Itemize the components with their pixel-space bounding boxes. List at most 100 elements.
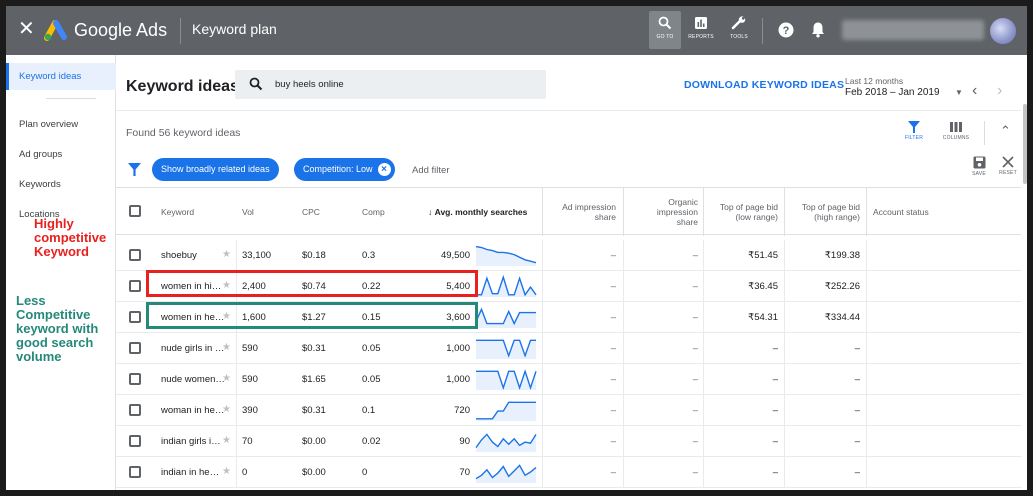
save-button[interactable]: SAVE — [969, 156, 989, 177]
star-icon[interactable]: ★ — [222, 373, 231, 384]
star-icon[interactable]: ★ — [222, 435, 231, 446]
keyword-cell[interactable]: indian in he… — [161, 467, 219, 478]
column-divider — [703, 302, 704, 333]
row-checkbox[interactable] — [129, 249, 141, 261]
keyword-cell[interactable]: woman in he… — [161, 405, 224, 416]
reports-button[interactable]: REPORTS — [685, 11, 717, 49]
comp-cell: 0.1 — [362, 405, 376, 416]
column-divider — [784, 188, 785, 236]
goto-button[interactable]: GO TO — [649, 11, 681, 49]
column-divider — [542, 457, 543, 488]
row-checkbox[interactable] — [129, 404, 141, 416]
close-icon[interactable]: ✕ — [18, 19, 35, 39]
filter-chip-broadly-related[interactable]: Show broadly related ideas — [152, 158, 279, 181]
search-value: buy heels online — [275, 79, 344, 90]
organic-share-cell: – — [692, 436, 698, 447]
sidebar-item-label: Keyword ideas — [19, 71, 82, 82]
column-bid-low[interactable]: Top of page bid (low range) — [706, 202, 778, 222]
columns-button[interactable]: COLUMNS — [939, 121, 973, 141]
chevron-left-icon[interactable]: ‹ — [972, 82, 977, 100]
column-divider — [623, 426, 624, 457]
filter-chip-competition[interactable]: Competition: Low × — [294, 158, 395, 181]
table-row[interactable]: nude girls in … ★ 590 $0.31 0.05 1,000 – – – – — [116, 333, 1021, 364]
column-keyword[interactable]: Keyword — [161, 207, 194, 217]
caret-down-icon[interactable]: ▼ — [955, 88, 963, 97]
column-divider — [623, 271, 624, 302]
organic-share-cell: – — [692, 343, 698, 354]
keyword-cell[interactable]: shoebuy — [161, 250, 197, 261]
help-icon[interactable]: ? — [778, 22, 794, 38]
chevron-right-icon[interactable]: › — [997, 82, 1002, 100]
column-divider — [623, 395, 624, 426]
column-vol[interactable]: Vol — [242, 207, 254, 217]
column-divider — [703, 333, 704, 364]
select-all-checkbox[interactable] — [129, 205, 141, 217]
impression-share-cell: – — [610, 374, 616, 385]
table-row[interactable]: shoebuy ★ 33,100 $0.18 0.3 49,500 – – ₹51.45 ₹199… — [116, 240, 1021, 271]
column-divider — [784, 302, 785, 333]
star-icon[interactable]: ★ — [222, 249, 231, 260]
keyword-cell[interactable]: indian girls i… — [161, 436, 221, 447]
bid-high-cell: – — [854, 343, 860, 354]
row-checkbox[interactable] — [129, 342, 141, 354]
filter-icon[interactable] — [128, 163, 141, 176]
comp-cell: 0.05 — [362, 343, 381, 354]
column-divider — [703, 364, 704, 395]
reset-button[interactable]: RESET — [997, 156, 1019, 176]
column-account-status[interactable]: Account status — [873, 207, 929, 217]
star-icon[interactable]: ★ — [222, 466, 231, 477]
chevron-up-icon[interactable]: ⌃ — [1000, 123, 1011, 139]
tools-button[interactable]: TOOLS — [723, 11, 755, 49]
filter-button[interactable]: FILTER — [899, 121, 929, 141]
row-checkbox[interactable] — [129, 311, 141, 323]
sidebar-item-keyword-ideas[interactable]: Keyword ideas — [6, 63, 116, 90]
highlight-box-red — [146, 270, 478, 297]
column-divider — [784, 364, 785, 395]
column-divider — [236, 457, 237, 488]
table-row[interactable]: nude women… ★ 590 $1.65 0.05 1,000 – – – – — [116, 364, 1021, 395]
sidebar-item-keywords[interactable]: Keywords — [19, 179, 61, 190]
table-row[interactable]: indian in he… ★ 0 $0.00 0 70 – – – – — [116, 457, 1021, 488]
date-range-picker[interactable]: Last 12 months Feb 2018 – Jan 2019 ▼ ‹ › — [845, 71, 1015, 99]
row-checkbox[interactable] — [129, 280, 141, 292]
add-filter-button[interactable]: Add filter — [412, 165, 450, 176]
table-row[interactable]: woman in he… ★ 390 $0.31 0.1 720 – – – – — [116, 395, 1021, 426]
scrollbar[interactable] — [1023, 104, 1027, 184]
trend-sparkline — [476, 401, 536, 421]
close-icon[interactable]: × — [377, 163, 391, 176]
bell-icon[interactable] — [811, 21, 825, 38]
vol-cell: 0 — [242, 467, 248, 478]
save-icon — [973, 156, 985, 169]
search-icon — [658, 16, 672, 30]
row-checkbox[interactable] — [129, 373, 141, 385]
column-divider — [542, 333, 543, 364]
bid-low-cell: ₹51.45 — [748, 250, 778, 261]
column-divider — [236, 426, 237, 457]
table-row[interactable]: indian girls i… ★ 70 $0.00 0.02 90 – – – – — [116, 426, 1021, 457]
organic-share-cell: – — [692, 405, 698, 416]
impression-share-cell: – — [610, 281, 616, 292]
keyword-cell[interactable]: nude women… — [161, 374, 225, 385]
cpc-cell: $0.31 — [302, 405, 326, 416]
star-icon[interactable]: ★ — [222, 342, 231, 353]
row-checkbox[interactable] — [129, 466, 141, 478]
column-comp[interactable]: Comp — [362, 207, 385, 217]
column-bid-high[interactable]: Top of page bid (high range) — [788, 202, 860, 222]
bid-high-cell: – — [854, 374, 860, 385]
column-avg-monthly-searches[interactable]: ↓ Avg. monthly searches — [428, 207, 527, 217]
column-cpc[interactable]: CPC — [302, 207, 320, 217]
column-organic-impression-share[interactable]: Organic impression share — [636, 197, 698, 227]
trend-sparkline — [475, 464, 537, 483]
avatar[interactable] — [990, 18, 1016, 44]
comp-cell: 0.3 — [362, 250, 376, 261]
avg-searches-cell: 70 — [459, 467, 470, 478]
row-checkbox[interactable] — [129, 435, 141, 447]
search-input[interactable]: buy heels online — [235, 70, 546, 99]
keyword-cell[interactable]: nude girls in … — [161, 343, 224, 354]
sidebar-item-plan-overview[interactable]: Plan overview — [19, 119, 78, 130]
column-ad-impression-share[interactable]: Ad impression share — [546, 202, 616, 222]
sidebar-item-ad-groups[interactable]: Ad groups — [19, 149, 62, 160]
download-keyword-ideas-button[interactable]: DOWNLOAD KEYWORD IDEAS — [684, 79, 844, 91]
account-info-blurred[interactable] — [842, 20, 984, 40]
star-icon[interactable]: ★ — [222, 404, 231, 415]
